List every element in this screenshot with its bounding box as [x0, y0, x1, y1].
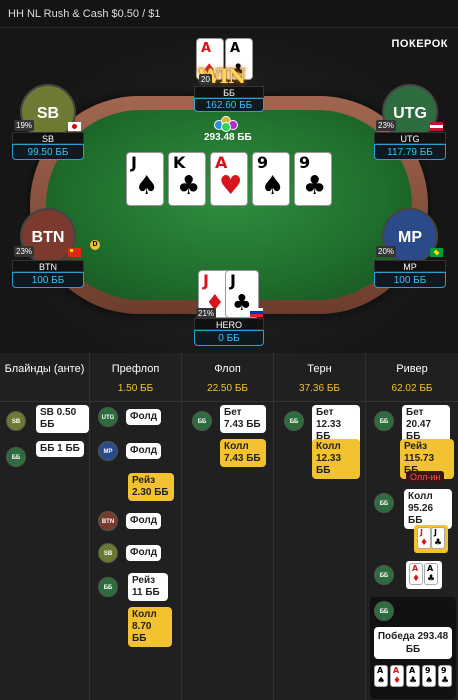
pos-bb: ББ [374, 411, 394, 431]
pos-mp: MP [98, 441, 118, 461]
action-hero-call: Колл 12.33 ББ [312, 439, 360, 479]
bb-nameplate: ББ [194, 86, 264, 98]
brazil-flag-icon [430, 248, 443, 257]
preflop-body: UTG Фолд MP Фолд Рейз 2.30 ББ BTN Фолд S… [90, 401, 182, 700]
col-title: Ривер [396, 363, 428, 375]
hand-history-panel: Блайнды (анте) Префлоп 1.50 ББ Флоп 22.5… [0, 353, 458, 700]
utg-stack: 117.79 ББ [374, 144, 446, 160]
pos-bb: ББ [6, 447, 26, 467]
win-card-1: A ♠ [374, 665, 388, 687]
sb-percent-badge: 19% [14, 120, 35, 131]
col-title: Терн [307, 363, 332, 375]
bb-percent-badge: 20 [199, 74, 212, 85]
winner-panel: ББ Победа 293.48 ББ A ♠ A ♦ A ♣ 9 ♠ 9 ♣ [370, 597, 456, 699]
board-card-2: K ♣ [168, 152, 206, 206]
col-turn: Терн 37.36 ББ [274, 353, 366, 401]
utg-percent-badge: 23% [376, 120, 397, 131]
flop-body: ББ Бет 7.43 ББ Колл 7.43 ББ [182, 401, 274, 700]
board-card-3: A ♥ [210, 152, 248, 206]
window-title: HH NL Rush & Cash $0.50 / $1 [0, 0, 458, 28]
river-body: ББ Бет 20.47 ББ Рейз 115.73 ББ Олл-ин ББ… [366, 401, 458, 700]
utg-nameplate: UTG [374, 132, 446, 144]
col-pot: 37.36 ББ [299, 383, 340, 394]
col-pot: 62.02 ББ [391, 383, 433, 394]
hero-nameplate: HERO [194, 318, 264, 330]
hero-showdown-cards: J ♦ J ♣ [414, 525, 448, 553]
action-hero-call: Колл 7.43 ББ [220, 439, 266, 467]
poker-table-view: ПОКЕРОК A ♦ A ♣ WIN 20 ББ 162.60 ББ 293.… [0, 28, 458, 353]
austria-flag-icon [430, 122, 443, 131]
pos-bb: ББ [192, 411, 212, 431]
all-in-badge: Олл-ин [406, 471, 445, 483]
sb-stack: 99.50 ББ [12, 144, 84, 160]
pot-amount: 293.48 ББ [204, 132, 252, 143]
bb-show-card-2: A ♣ [424, 563, 438, 585]
board-card-4: 9 ♠ [252, 152, 290, 206]
pos-sb: SB [6, 411, 26, 431]
bb-show-card-1: A ♦ [409, 563, 423, 585]
btn-percent-badge: 23% [14, 246, 35, 257]
action-btn-fold: Фолд [126, 513, 162, 529]
bb-showdown-cards: A ♦ A ♣ [406, 561, 442, 589]
action-mp-fold: Фолд [126, 443, 162, 459]
col-title: Блайнды (анте) [4, 363, 85, 375]
col-pot: 22.50 ББ [207, 383, 248, 394]
action-bb-raise: Рейз 11 ББ [128, 573, 168, 601]
action-sb-fold: Фолд [126, 545, 162, 561]
btn-nameplate: BTN [12, 260, 84, 272]
action-hero-raise: Рейз 2.30 ББ [128, 473, 174, 501]
action-bb-blind: ББ 1 ББ [36, 441, 84, 457]
win-card-3: A ♣ [406, 665, 420, 687]
mp-percent-badge: 20% [376, 246, 397, 257]
col-preflop: Префлоп 1.50 ББ [90, 353, 182, 401]
col-river: Ривер 62.02 ББ [366, 353, 458, 401]
pos-bb: ББ [374, 493, 394, 513]
sb-nameplate: SB [12, 132, 84, 144]
mp-nameplate: MP [374, 260, 446, 272]
hero-stack: 0 ББ [194, 330, 264, 346]
pos-bb: ББ [284, 411, 304, 431]
mp-stack: 100 ББ [374, 272, 446, 288]
pos-bb: ББ [374, 565, 394, 585]
action-utg-fold: Фолд [126, 409, 162, 425]
hero-show-card-2: J ♣ [431, 527, 445, 549]
hero-show-card-1: J ♦ [417, 527, 431, 549]
col-flop: Флоп 22.50 ББ [182, 353, 274, 401]
pos-sb: SB [98, 543, 118, 563]
action-bb-bet: Бет 7.43 ББ [220, 405, 266, 433]
board-card-5: 9 ♣ [294, 152, 332, 206]
win-card-4: 9 ♠ [422, 665, 436, 687]
board-card-1: J ♠ [126, 152, 164, 206]
win-card-2: A ♦ [390, 665, 404, 687]
pos-bb: ББ [374, 601, 394, 621]
china-flag-icon [68, 248, 81, 257]
turn-body: ББ Бет 12.33 ББ Колл 12.33 ББ [274, 401, 366, 700]
pot-chips-icon [214, 114, 244, 132]
col-pot: 1.50 ББ [117, 383, 154, 394]
win-amount: Победа 293.48 ББ [374, 627, 452, 659]
dealer-button: D [90, 240, 100, 250]
col-title: Флоп [214, 363, 241, 375]
brand-logo: ПОКЕРОК [391, 38, 448, 50]
action-sb-blind: SB 0.50 ББ [36, 405, 89, 433]
action-bb-call: Колл 95.26 ББ [404, 489, 452, 529]
pos-utg: UTG [98, 407, 118, 427]
bb-stack: 162.60 ББ [194, 98, 264, 112]
pos-bb: ББ [98, 577, 118, 597]
japan-flag-icon [68, 122, 81, 131]
col-title: Префлоп [111, 363, 160, 375]
blinds-body: SB SB 0.50 ББ ББ ББ 1 ББ [0, 401, 90, 700]
col-blinds: Блайнды (анте) [0, 353, 90, 401]
btn-stack: 100 ББ [12, 272, 84, 288]
win-card-5: 9 ♣ [438, 665, 452, 687]
russia-flag-icon [250, 308, 263, 317]
action-hero-call: Колл 8.70 ББ [128, 607, 172, 647]
pos-btn: BTN [98, 511, 118, 531]
